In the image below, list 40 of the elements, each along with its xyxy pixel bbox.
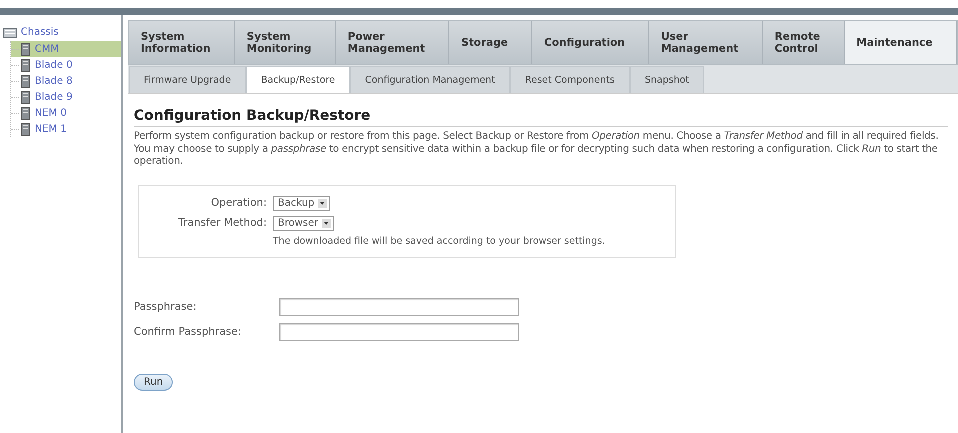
server-icon — [21, 106, 30, 120]
main-tab[interactable]: Power Management — [336, 21, 450, 64]
main-tab[interactable]: Configuration — [532, 21, 650, 64]
tree-item[interactable]: Blade 0 — [35, 60, 73, 70]
field-label: Transfer Method: — [178, 217, 267, 229]
sub-tab[interactable]: Backup/Restore — [246, 66, 350, 93]
main-tab[interactable]: Maintenance — [844, 21, 958, 64]
dropdown[interactable]: Browser — [273, 216, 334, 230]
server-icon — [21, 90, 30, 104]
note-text: The downloaded file will be saved according to your browser settings. — [273, 236, 606, 246]
sub-tab[interactable]: Firmware Upgrade — [129, 66, 246, 93]
page-heading: Configuration Backup/Restore — [134, 108, 948, 127]
server-icon — [21, 58, 30, 72]
field-label: Passphrase: — [134, 300, 198, 312]
field-label: Confirm Passphrase: — [134, 326, 242, 338]
server-icon — [21, 42, 30, 56]
caret-icon — [322, 218, 331, 228]
sub-tab[interactable]: Reset Components — [510, 66, 630, 93]
server-icon — [21, 122, 30, 136]
run-button[interactable]: Run — [134, 374, 174, 390]
main-tab[interactable]: System Monitoring — [234, 21, 336, 64]
tree-item[interactable]: Chassis — [21, 27, 59, 38]
main-tab[interactable]: User Management — [649, 21, 763, 64]
dropdown[interactable]: Backup — [273, 196, 330, 210]
description-text: Perform system configuration backup or restore from this page. Select Backup or Restore from Operation menu. Choose a Transfer Method and fill in all required fields. You may choose to supply a passphrase to encrypt sensitive data within a backup file or for decrypting such data when restoring a configuration. Click Run to start the operation. — [134, 131, 940, 168]
tree-item[interactable]: NEM 1 — [35, 124, 67, 134]
passphrase-field[interactable] — [279, 322, 519, 340]
field-label: Operation: — [210, 197, 267, 209]
tree-item[interactable]: NEM 0 — [35, 108, 67, 118]
sub-tab[interactable]: Snapshot — [630, 66, 704, 93]
sub-tab[interactable]: Configuration Management — [350, 66, 510, 93]
tree-item[interactable]: Blade 9 — [35, 92, 73, 102]
main-tab[interactable]: System Information — [129, 21, 235, 64]
tree-item[interactable]: Blade 8 — [35, 76, 73, 86]
chassis-icon — [3, 28, 17, 38]
main-tab[interactable]: Storage — [449, 21, 532, 64]
passphrase-field[interactable] — [279, 298, 519, 316]
server-icon — [21, 74, 30, 88]
caret-icon — [318, 198, 327, 208]
main-tab[interactable]: Remote Control — [762, 21, 845, 64]
